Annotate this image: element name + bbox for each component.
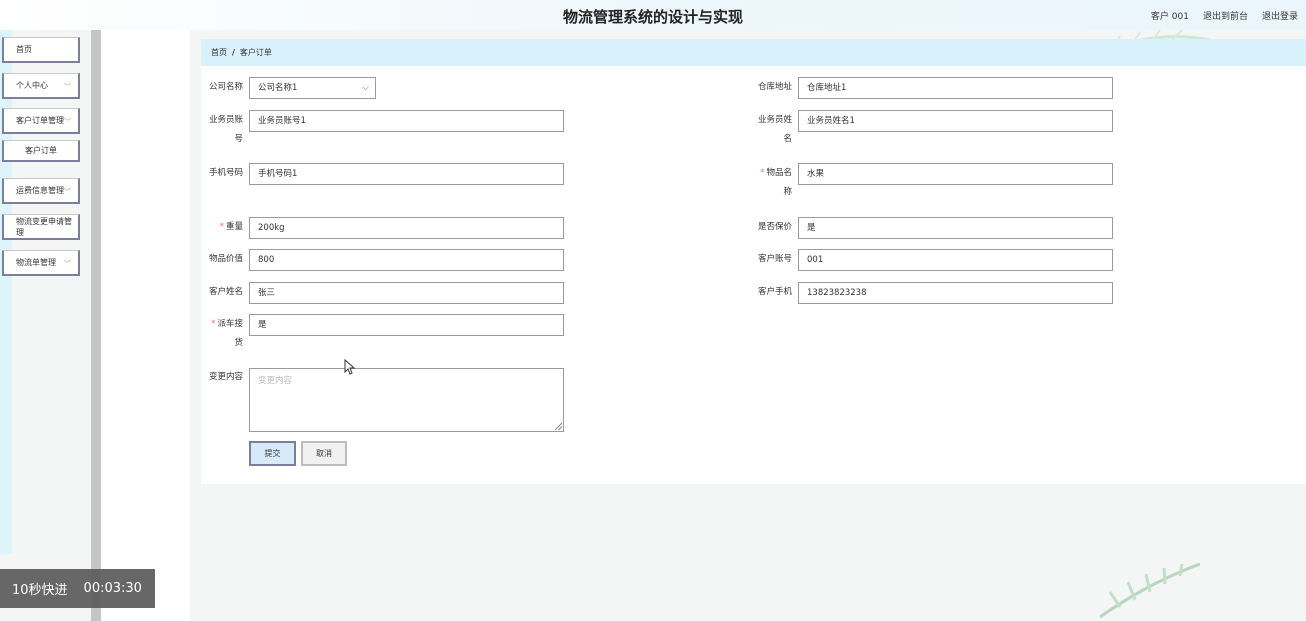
sidebar-item-label: 客户订单 bbox=[25, 146, 57, 155]
customer-phone-input[interactable]: 13823823238 bbox=[798, 282, 1113, 304]
resize-handle-icon[interactable] bbox=[555, 423, 562, 430]
required-mark: * bbox=[219, 222, 224, 232]
sidebar-item-waybill-mgmt[interactable]: 物流单管理 ﹀ bbox=[2, 250, 80, 276]
sidebar-item-label: 客户订单管理 bbox=[16, 116, 64, 125]
change-content-textarea[interactable]: 变更内容 bbox=[249, 368, 564, 432]
phone-input[interactable]: 手机号码1 bbox=[249, 163, 564, 185]
pickup-label: * 派车接 货 bbox=[197, 315, 243, 353]
change-content-placeholder: 变更内容 bbox=[258, 376, 293, 386]
breadcrumb-home[interactable]: 首页 bbox=[211, 47, 227, 58]
change-content-label: 变更内容 bbox=[208, 372, 243, 382]
content-gutter bbox=[101, 30, 190, 621]
salesman-account-label-line1: 业务员账 bbox=[208, 115, 243, 125]
goods-name-label-line1: 物品名 bbox=[766, 168, 792, 178]
app-title: 物流管理系统的设计与实现 bbox=[562, 8, 743, 26]
sidebar-item-home[interactable]: 首页 bbox=[2, 37, 80, 63]
weight-input[interactable]: 200kg bbox=[249, 217, 564, 239]
sidebar-item-label: 运费信息管理 bbox=[16, 186, 64, 195]
company-name-select[interactable]: 公司名称1 ⌵ bbox=[249, 77, 376, 99]
salesman-name-input[interactable]: 业务员姓名1 bbox=[798, 110, 1113, 132]
warehouse-address-label: 仓库地址 bbox=[757, 82, 792, 92]
order-form-panel: 首页 / 客户订单 公司名称 公司名称1 ⌵ 仓库地址 仓库地址1 业务员账 号… bbox=[201, 39, 1306, 484]
sidebar-item-personal-center[interactable]: 个人中心 ﹀ bbox=[2, 73, 80, 99]
pickup-input[interactable]: 是 bbox=[249, 314, 564, 336]
insured-input[interactable]: 是 bbox=[798, 217, 1113, 239]
required-mark: * bbox=[211, 319, 216, 329]
sidebar-item-label: 首页 bbox=[16, 45, 32, 54]
salesman-account-input[interactable]: 业务员账号1 bbox=[249, 110, 564, 132]
goods-value-label: 物品价值 bbox=[208, 254, 243, 264]
company-name-label: 公司名称 bbox=[208, 82, 243, 92]
insured-label: 是否保价 bbox=[757, 222, 792, 232]
playback-speed: 10秒快进 bbox=[12, 583, 68, 598]
sidebar-item-logistics-change-mgmt[interactable]: 物流变更申请管理 bbox=[2, 214, 80, 240]
sidebar-item-label: 物流变更申请管理 bbox=[16, 216, 72, 237]
sidebar-item-label: 物流单管理 bbox=[16, 258, 56, 267]
chevron-down-icon: ﹀ bbox=[64, 260, 71, 268]
customer-name-label: 客户姓名 bbox=[208, 287, 243, 297]
salesman-account-label: 业务员账 号 bbox=[197, 111, 243, 149]
customer-account-label: 客户账号 bbox=[757, 254, 792, 264]
goods-name-input[interactable]: 水果 bbox=[798, 163, 1113, 185]
sidebar: 首页 个人中心 ﹀ 客户订单管理 ﹀ 客户订单 运费信息管理 ﹀ 物流变更申请管… bbox=[0, 30, 92, 621]
back-to-front-link[interactable]: 退出到前台 bbox=[1203, 9, 1248, 22]
company-name-value: 公司名称1 bbox=[258, 83, 298, 93]
salesman-name-label-line1: 业务员姓 bbox=[757, 115, 792, 125]
mouse-cursor-icon bbox=[344, 359, 356, 375]
pickup-label-line1: 派车接 bbox=[217, 319, 243, 329]
pickup-label-line2: 货 bbox=[234, 338, 243, 348]
chevron-down-icon: ﹀ bbox=[64, 188, 71, 196]
breadcrumb: 首页 / 客户订单 bbox=[201, 39, 1306, 66]
required-mark: * bbox=[760, 168, 765, 178]
goods-name-label-line2: 称 bbox=[783, 187, 792, 197]
sidebar-item-customer-orders-mgmt[interactable]: 客户订单管理 ﹀ bbox=[2, 108, 80, 134]
chevron-down-icon: ﹀ bbox=[64, 83, 71, 91]
goods-value-input[interactable]: 800 bbox=[249, 249, 564, 271]
playback-timer: 10秒快进 00:03:30 bbox=[0, 569, 155, 608]
breadcrumb-current: 客户订单 bbox=[239, 48, 272, 57]
logout-link[interactable]: 退出登录 bbox=[1262, 9, 1298, 22]
sidebar-subitem-customer-orders[interactable]: 客户订单 bbox=[2, 140, 80, 162]
cancel-button[interactable]: 取消 bbox=[301, 441, 347, 466]
chevron-down-icon: ⌵ bbox=[362, 83, 369, 93]
salesman-name-label: 业务员姓 名 bbox=[746, 111, 792, 149]
phone-label: 手机号码 bbox=[208, 168, 243, 178]
sidebar-item-freight-info-mgmt[interactable]: 运费信息管理 ﹀ bbox=[2, 178, 80, 204]
top-header: 物流管理系统的设计与实现 客户 001 退出到前台 退出登录 bbox=[0, 0, 1306, 30]
warehouse-address-input[interactable]: 仓库地址1 bbox=[798, 77, 1113, 99]
salesman-account-label-line2: 号 bbox=[234, 134, 243, 144]
chevron-down-icon: ﹀ bbox=[64, 118, 71, 126]
sidebar-scrollbar[interactable] bbox=[91, 30, 101, 621]
current-user: 客户 001 bbox=[1150, 12, 1189, 22]
weight-label: * 重量 bbox=[197, 218, 243, 237]
breadcrumb-separator: / bbox=[232, 48, 235, 57]
leaf-decoration-icon bbox=[1100, 562, 1200, 619]
customer-account-input[interactable]: 001 bbox=[798, 249, 1113, 271]
goods-name-label: * 物品名 称 bbox=[746, 164, 792, 202]
customer-name-input[interactable]: 张三 bbox=[249, 282, 564, 304]
salesman-name-label-line2: 名 bbox=[783, 134, 792, 144]
submit-button[interactable]: 提交 bbox=[249, 441, 296, 466]
customer-phone-label: 客户手机 bbox=[757, 287, 792, 297]
weight-label-text: 重量 bbox=[225, 222, 243, 232]
sidebar-item-label: 个人中心 bbox=[16, 81, 48, 90]
playback-time: 00:03:30 bbox=[83, 581, 142, 596]
user-links: 客户 001 退出到前台 退出登录 bbox=[1151, 9, 1298, 22]
